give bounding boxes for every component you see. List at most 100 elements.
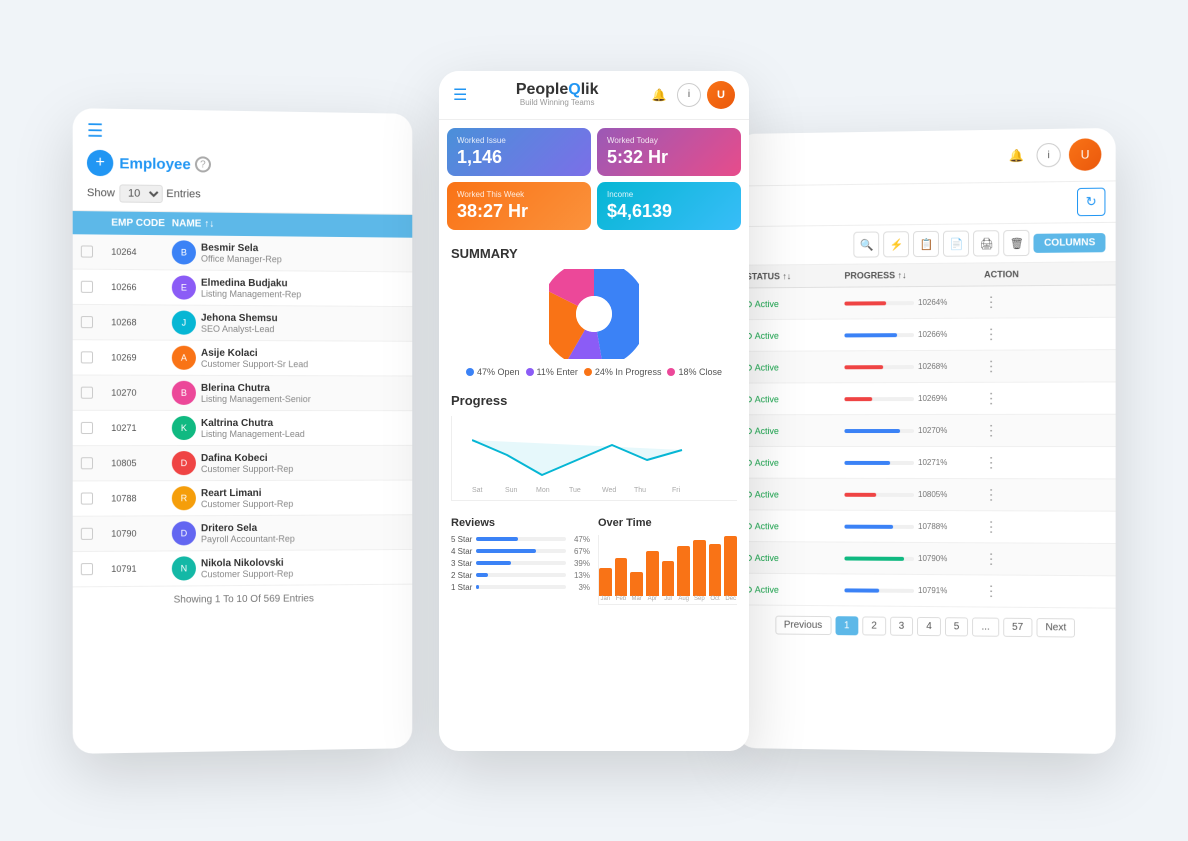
page-3-button[interactable]: 3: [890, 616, 913, 635]
emp-name: Dritero Sela: [201, 522, 295, 533]
bar-item: Aug: [677, 546, 690, 602]
emp-code: 10805: [111, 458, 172, 468]
action-menu[interactable]: ⋮: [984, 582, 1044, 600]
row-checkbox[interactable]: [81, 386, 93, 398]
svg-text:Wed: Wed: [602, 487, 616, 494]
avatar: K: [172, 415, 196, 439]
progress-label: 10805%: [918, 489, 947, 498]
copy-button[interactable]: 📋: [913, 230, 939, 256]
page-2-button[interactable]: 2: [862, 616, 885, 635]
print-button[interactable]: 🖨: [973, 230, 999, 256]
emp-name: Jehona Shemsu: [201, 312, 278, 323]
hamburger-icon[interactable]: ☰: [87, 120, 399, 146]
action-menu[interactable]: ⋮: [984, 486, 1044, 503]
row-checkbox[interactable]: [81, 280, 93, 292]
row-checkbox[interactable]: [81, 457, 93, 469]
legend-close: 18% Close: [667, 367, 722, 377]
action-menu[interactable]: ⋮: [984, 518, 1044, 535]
emp-info: Kaltrina Chutra Listing Management-Lead: [201, 417, 305, 438]
avatar: J: [172, 310, 196, 334]
search-button[interactable]: 🔍: [854, 231, 880, 257]
row-checkbox[interactable]: [81, 351, 93, 363]
action-menu[interactable]: ⋮: [984, 421, 1044, 438]
notifications-icon[interactable]: 🔔: [647, 83, 671, 107]
action-menu[interactable]: ⋮: [984, 454, 1044, 471]
row-checkbox[interactable]: [81, 563, 93, 575]
progress-cell: 10271%: [844, 457, 984, 466]
legend-dot: [526, 368, 534, 376]
page-57-button[interactable]: 57: [1003, 617, 1032, 636]
left-device: ☰ + Employee ? Show 10 25 50 Entries EMP…: [73, 108, 413, 754]
avatar: B: [172, 240, 196, 264]
page-4-button[interactable]: 4: [917, 616, 941, 635]
info-icon[interactable]: i: [677, 83, 701, 107]
page-5-button[interactable]: 5: [945, 617, 969, 636]
info-icon[interactable]: i: [1037, 142, 1061, 167]
table-row[interactable]: 10805 D Dafina Kobeci Customer Support-R…: [73, 445, 413, 481]
page-1-button[interactable]: 1: [835, 616, 858, 635]
refresh-button[interactable]: ↻: [1077, 187, 1105, 216]
action-menu[interactable]: ⋮: [984, 293, 1044, 311]
delete-button[interactable]: 🗑: [1004, 229, 1030, 255]
status-badge: Active: [746, 425, 845, 435]
table-row[interactable]: Active 10268% ⋮: [736, 350, 1116, 383]
row-checkbox[interactable]: [81, 316, 93, 328]
table-row[interactable]: Active 10271% ⋮: [736, 446, 1116, 478]
user-avatar[interactable]: U: [707, 81, 735, 109]
legend-enter: 11% Enter: [526, 367, 578, 377]
status-badge: Active: [746, 584, 845, 595]
progress-label: 10271%: [918, 457, 947, 466]
table-row[interactable]: 10790 D Dritero Sela Payroll Accountant-…: [73, 515, 413, 552]
action-menu[interactable]: ⋮: [984, 550, 1044, 567]
entries-select[interactable]: 10 25 50: [119, 184, 162, 203]
columns-button[interactable]: COLUMNS: [1034, 232, 1106, 252]
table-row[interactable]: 10264 B Besmir Sela Office Manager-Rep: [73, 234, 413, 272]
row-checkbox[interactable]: [81, 421, 93, 433]
add-employee-button[interactable]: +: [87, 149, 113, 176]
progress-bar-fill: [844, 492, 875, 496]
emp-code: 10788: [111, 493, 172, 503]
row-checkbox[interactable]: [81, 527, 93, 539]
name-col-header: NAME ↑↓: [172, 218, 405, 231]
action-menu[interactable]: ⋮: [984, 389, 1044, 406]
avatar: A: [172, 345, 196, 369]
stats-grid: Worked Issue 1,146 Worked Today 5:32 Hr …: [439, 120, 749, 238]
notifications-icon[interactable]: 🔔: [1004, 143, 1028, 167]
hamburger-icon[interactable]: ☰: [453, 85, 467, 105]
table-row[interactable]: Active 10805% ⋮: [736, 478, 1116, 511]
action-menu[interactable]: ⋮: [984, 325, 1044, 342]
row-checkbox[interactable]: [81, 492, 93, 504]
table-row[interactable]: 10270 B Blerina Chutra Listing Managemen…: [73, 375, 413, 411]
emp-role: Listing Management-Rep: [201, 288, 301, 299]
progress-cell: 10264%: [844, 297, 984, 307]
table-row[interactable]: Active 10790% ⋮: [736, 541, 1116, 575]
table-row[interactable]: Active 10269% ⋮: [736, 382, 1116, 415]
table-row[interactable]: 10269 A Asije Kolaci Customer Support-Sr…: [73, 340, 413, 376]
star-label: 2 Star: [451, 571, 472, 580]
progress-bar-bg: [844, 300, 914, 304]
pagination: Previous 1 2 3 4 5 ... 57 Next: [736, 605, 1116, 648]
table-row[interactable]: 10271 K Kaltrina Chutra Listing Manageme…: [73, 410, 413, 445]
progress-cell: 10805%: [844, 489, 984, 498]
stat-income: Income $4,6139: [597, 182, 741, 230]
table-row[interactable]: Active 10266% ⋮: [736, 317, 1116, 351]
help-icon[interactable]: ?: [195, 156, 211, 172]
action-menu[interactable]: ⋮: [984, 357, 1044, 374]
user-avatar[interactable]: U: [1069, 138, 1101, 171]
table-row[interactable]: 10268 J Jehona Shemsu SEO Analyst-Lead: [73, 304, 413, 341]
table-row[interactable]: Active 10264% ⋮: [736, 285, 1116, 320]
table-row[interactable]: 10788 R Reart Limani Customer Support-Re…: [73, 480, 413, 516]
next-page-button[interactable]: Next: [1036, 618, 1075, 638]
star-label: 5 Star: [451, 535, 472, 544]
table-row[interactable]: 10266 E Elmedina Budjaku Listing Managem…: [73, 269, 413, 307]
row-checkbox[interactable]: [81, 245, 93, 257]
bar-item: Apr: [646, 551, 659, 602]
table-row[interactable]: Active 10788% ⋮: [736, 510, 1116, 544]
table-row[interactable]: 10791 N Nikola Nikolovski Customer Suppo…: [73, 549, 413, 586]
prev-page-button[interactable]: Previous: [775, 615, 831, 634]
filter-button[interactable]: ⚡: [884, 231, 910, 257]
table-row[interactable]: Active 10270% ⋮: [736, 414, 1116, 446]
table-row[interactable]: Active 10791% ⋮: [736, 573, 1116, 608]
export-button[interactable]: 📄: [943, 230, 969, 256]
progress-bar-fill: [844, 428, 900, 432]
